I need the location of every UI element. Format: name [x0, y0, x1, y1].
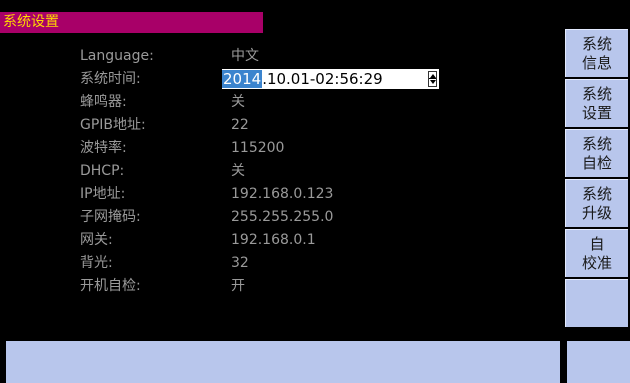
setting-language[interactable]: Language: 中文	[80, 46, 560, 67]
setting-label: 波特率:	[80, 140, 127, 156]
setting-buzzer[interactable]: 蜂鸣器: 关	[80, 92, 560, 113]
self-calibration-button[interactable]: 自 校准	[565, 229, 628, 277]
setting-label: IP地址:	[80, 186, 126, 202]
button-label-line2: 设置	[581, 103, 612, 122]
system-time-field[interactable]: 2014.10.01-02:56:29	[222, 69, 439, 89]
setting-value: 开	[231, 278, 245, 294]
setting-ip-address[interactable]: IP地址: 192.168.0.123	[80, 184, 560, 205]
blank-softkey-button[interactable]	[565, 279, 628, 327]
system-upgrade-button[interactable]: 系统 升级	[565, 179, 628, 227]
button-label-line1: 系统	[581, 184, 612, 203]
setting-label: 子网掩码:	[80, 209, 141, 225]
setting-label: 背光:	[80, 255, 113, 271]
setting-baud-rate[interactable]: 波特率: 115200	[80, 138, 560, 159]
time-spinner[interactable]	[428, 71, 437, 87]
setting-label: DHCP:	[80, 163, 125, 179]
button-label-line2: 自检	[581, 153, 612, 172]
setting-label: 网关:	[80, 232, 113, 248]
setting-gpib-address[interactable]: GPIB地址: 22	[80, 115, 560, 136]
setting-value: 192.168.0.1	[231, 232, 316, 248]
system-settings-button[interactable]: 系统 设置	[565, 79, 628, 127]
setting-value: 115200	[231, 140, 285, 156]
setting-value: 22	[231, 117, 249, 133]
setting-label: 蜂鸣器:	[80, 94, 127, 110]
setting-value: 中文	[231, 48, 259, 64]
time-rest[interactable]: .10.01-02:56:29	[262, 70, 383, 88]
system-selftest-button[interactable]: 系统 自检	[565, 129, 628, 177]
setting-system-time[interactable]: 系统时间: 2014.10.01-02:56:29	[80, 69, 560, 90]
setting-power-on-selftest[interactable]: 开机自检: 开	[80, 276, 560, 297]
setting-gateway[interactable]: 网关: 192.168.0.1	[80, 230, 560, 251]
window-title: 系统设置	[0, 12, 263, 33]
setting-backlight[interactable]: 背光: 32	[80, 253, 560, 274]
setting-label: 开机自检:	[80, 278, 141, 294]
button-label-line1: 系统	[581, 134, 612, 153]
button-label-line1: 系统	[581, 84, 612, 103]
setting-label: Language:	[80, 48, 154, 64]
setting-label: 系统时间:	[80, 71, 141, 87]
setting-dhcp[interactable]: DHCP: 关	[80, 161, 560, 182]
button-label-line2: 升级	[581, 203, 612, 222]
setting-label: GPIB地址:	[80, 117, 146, 133]
button-label-line2: 校准	[581, 253, 612, 272]
time-year-selected[interactable]: 2014	[222, 70, 263, 88]
setting-value: 关	[231, 94, 245, 110]
setting-value: 255.255.255.0	[231, 209, 334, 225]
button-label-line2: 信息	[581, 53, 612, 72]
setting-value: 32	[231, 255, 249, 271]
setting-value: 192.168.0.123	[231, 186, 334, 202]
spinner-divider	[429, 78, 436, 79]
setting-subnet-mask[interactable]: 子网掩码: 255.255.255.0	[80, 207, 560, 228]
status-bar	[6, 341, 560, 383]
system-info-button[interactable]: 系统 信息	[565, 29, 628, 77]
button-label-line1: 自	[589, 234, 605, 253]
spin-down-icon[interactable]	[430, 80, 436, 84]
status-bar-right	[567, 341, 630, 383]
setting-value: 关	[231, 163, 245, 179]
button-label-line1: 系统	[581, 34, 612, 53]
